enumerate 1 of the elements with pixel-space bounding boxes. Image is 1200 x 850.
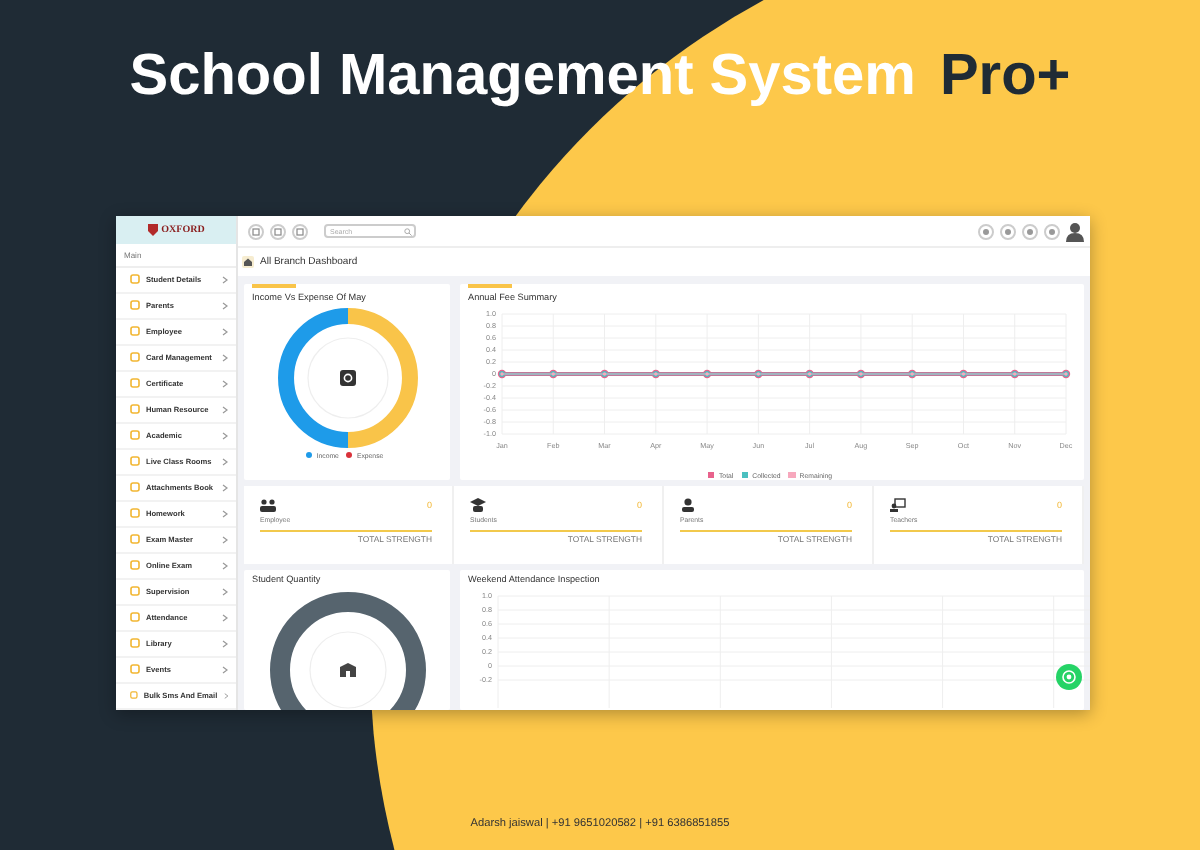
banner-title-suffix: Pro+ — [939, 43, 1071, 109]
